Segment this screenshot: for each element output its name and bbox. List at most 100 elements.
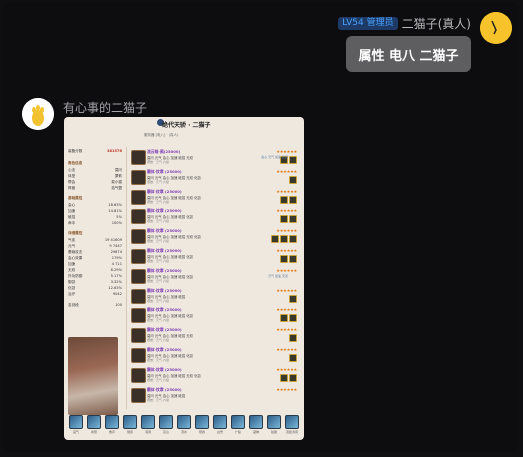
skill-icon [177,415,191,429]
equipment-stars: ★★★★★★ [276,247,297,253]
self-message-bubble[interactable]: 属性 电八 二猫子 [346,36,471,72]
bot-avatar[interactable] [22,98,54,130]
enchant-icon [289,314,297,323]
equipment-gem: 镶嵌：元气·六级 [147,278,169,283]
attribute-section-title: 详细属性 [68,231,83,235]
skill-slot: 双弦清音 [285,415,299,434]
equipment-row: 霸体·纹章 (25000) 莫问 元气 会心 加速 破招 化劲 镶嵌：元气·六级 ★★… [129,346,301,366]
equipment-icon [131,367,146,383]
equipment-icon [131,229,146,245]
equipment-image-card[interactable]: 绝代天骄 · 二猫子 服务器 [电八] · (真人) 装备分数 381576 角… [64,117,304,440]
skill-icon [267,415,281,429]
equipment-row: 霸体·纹章 (25000) 莫问 元气 会心 加速 破招 无双 化劲 镶嵌：元气·六… [129,168,301,188]
level-badge: LV54 管理员 [338,16,398,30]
equipment-icon [131,268,146,284]
self-name: 二猫子(真人) [401,16,471,31]
skill-slot: 高山 [159,415,173,434]
skill-label: 阳春 [198,430,205,434]
enchant-icon [271,235,279,244]
equipment-stars: ★★★★★★ [276,228,297,234]
enchant-icon [289,175,297,184]
rank-value: 100 [115,303,122,307]
bot-name: 有心事的二猫子 [63,101,148,115]
skill-label: 高山 [162,430,169,434]
attribute-value: 9042 [112,292,122,296]
enchant-icon [289,195,297,204]
enchant-icon [289,373,297,382]
attribute-section-title: 角色信息 [68,161,83,165]
enchant-icon [280,373,288,382]
skill-slot: 徵音 [123,415,137,434]
skill-slot: 宫气 [69,415,83,434]
attribute-section-title: 基础属性 [68,196,83,200]
self-avatar[interactable] [480,12,512,44]
attribute-value: 浩气盟 [111,186,122,190]
equipment-icon [131,209,146,225]
attribute-panel: 装备分数 381576 角色信息 心法 莫问 体型 萝莉 帮会 菜小猫 阵营 浩气盟 基础属性 会心… [68,147,122,308]
skill-label: 双弦清音 [285,430,298,434]
enchant-icon [289,334,297,343]
enchant-tags [289,334,297,343]
attribute-value: 100% [111,221,122,225]
equipment-icon [131,328,146,344]
attribute-row: 阵营 浩气盟 [68,185,122,191]
enchant-icon [289,235,297,244]
equipment-stars: ★★★★★★ [276,327,297,333]
enchant-icon [289,215,297,224]
enchant-tags [271,235,297,244]
equipment-stars: ★★★★★★ [276,188,297,194]
enchant-tags [280,215,297,224]
skill-label: 商阳 [90,430,97,434]
divider [126,147,127,409]
equipment-icon [131,169,146,185]
skill-bar: 宫气 商阳 角声 徵音 羽调 高山 流水 阳春 白雪 广陵 凝神 弦歌 双弦清音 [69,415,299,434]
skill-label: 弦歌 [270,430,277,434]
rank-label: 名剑段 [68,303,79,307]
equipment-icon [131,387,146,403]
equipment-stars: ★★★★★★ [276,307,297,313]
equipment-gem: 镶嵌：元气·六级 [147,179,169,184]
equipment-list: 流云暗·鸦(25000) 莫问 元气 会心 加速 破招 无双 镶嵌：元气·六级 ★★★… [129,148,301,405]
skill-slot: 角声 [105,415,119,434]
equipment-extra: 元气 加速 无双 [268,273,288,278]
skill-label: 羽调 [144,430,151,434]
enchant-icon [280,215,288,224]
skill-slot: 弦歌 [267,415,281,434]
equipment-stars: ★★★★★★ [276,366,297,372]
equipment-stars: ★★★★★★ [276,287,297,293]
equipment-icon [131,248,146,264]
skill-slot: 羽调 [141,415,155,434]
enchant-icon [280,235,288,244]
enchant-tags [289,353,297,362]
equipment-gem: 镶嵌：元气·六级 [147,219,169,224]
score-value: 381576 [106,149,122,153]
equipment-row: 霸体·纹章 (25000) 莫问 元气 会心 加速 破招 化劲 镶嵌：元气·六级 ★★… [129,207,301,227]
skill-label: 白雪 [216,430,223,434]
enchant-tags [289,294,297,303]
cat-face-icon [480,12,512,44]
attribute-row: 治疗 9042 [68,291,122,297]
equipment-row: 霸体·纹章 (25000) 莫问 元气 会心 加速 破招 无双 镶嵌：元气·六级 ★★… [129,326,301,346]
equipment-stars: ★★★★★★ [276,168,297,174]
skill-icon [87,415,101,429]
cat-paw-icon [22,98,54,130]
skill-icon [285,415,299,429]
skill-icon [249,415,263,429]
enchant-icon [280,314,288,323]
equipment-stars: ★★★★★★ [276,267,297,273]
card-header: 绝代天骄 · 二猫子 服务器 [电八] · (真人) [64,117,304,139]
skill-icon [231,415,245,429]
enchant-tags [280,195,297,204]
equipment-stars: ★★★★★★ [276,208,297,214]
skill-label: 宫气 [72,430,79,434]
skill-slot: 凝神 [249,415,263,434]
skill-icon [105,415,119,429]
equipment-gem: 镶嵌：元气·六级 [147,397,169,402]
card-subtitle: 服务器 [电八] · (真人) [144,133,179,137]
equipment-row: 霸体·纹章 (25000) 莫问 元气 会心 加速 破招 镶嵌：元气·六级 ★★★★★… [129,287,301,307]
equipment-row: 霸体·纹章 (25000) 莫问 元气 会心 加速 破招 无双 化劲 镶嵌：元气·六… [129,188,301,208]
enchant-tags [280,254,297,263]
enchant-tags [280,314,297,323]
enchant-icon [289,254,297,263]
equipment-gem: 镶嵌：元气·六级 [147,318,169,323]
